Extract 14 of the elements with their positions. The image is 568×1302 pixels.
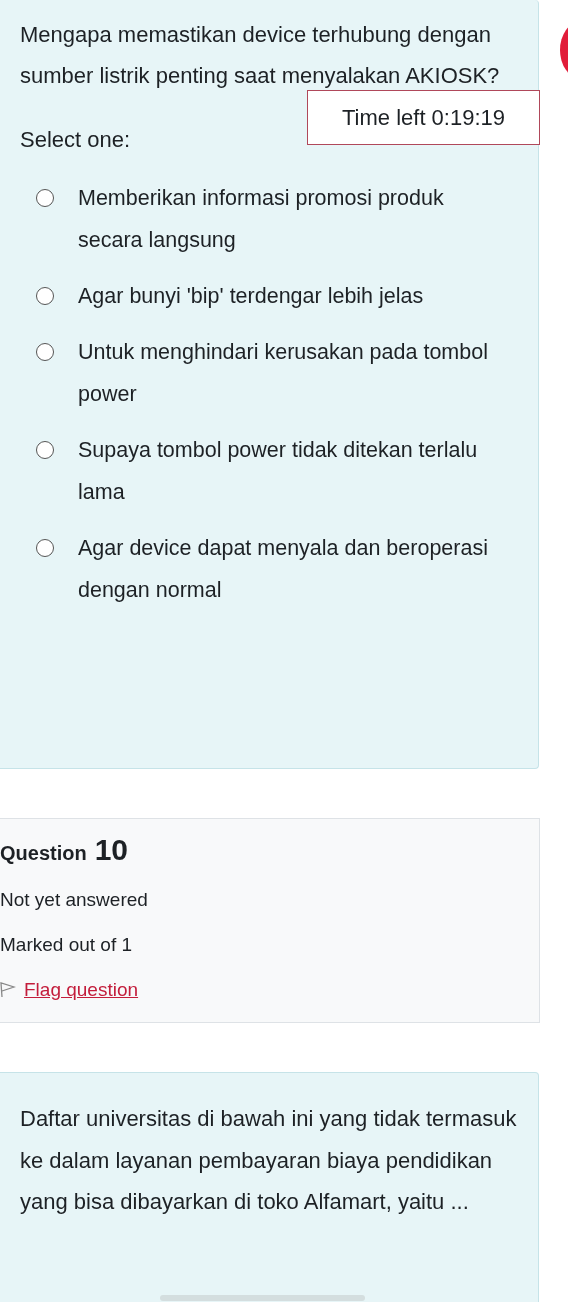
option-label[interactable]: Untuk menghindari kerusakan pada tombol power xyxy=(78,331,508,415)
question-label: Question xyxy=(0,842,87,865)
timer: Time left 0:19:19 xyxy=(307,90,540,145)
flag-question-link[interactable]: Flag question xyxy=(24,979,139,1001)
option-label[interactable]: Memberikan informasi promosi produk secara langsung xyxy=(78,177,508,261)
question-number: 10 xyxy=(94,833,129,867)
answer-status: Not yet answered xyxy=(0,888,149,912)
option-label[interactable]: Agar bunyi 'bip' terdengar lebih jelas xyxy=(78,275,508,317)
option-label[interactable]: Supaya tombol power tidak ditekan terlalu lama xyxy=(78,429,508,513)
option-label[interactable]: Agar device dapat menyala dan beroperasi dengan normal xyxy=(78,527,508,611)
question-text: Mengapa memastikan device terhubung dengan sumber listrik penting saat menyalakan AKIOSK? xyxy=(20,21,501,90)
question-text: Daftar universitas di bawah ini yang tidak termasuk ke dalam layanan pembayaran biaya pendidikan yang bisa dibayarkan di toko Alfamart, yaitu ... xyxy=(20,1105,518,1216)
marks-text: Marked out of 1 xyxy=(0,933,134,957)
prompt-text: Select one: xyxy=(20,126,132,154)
